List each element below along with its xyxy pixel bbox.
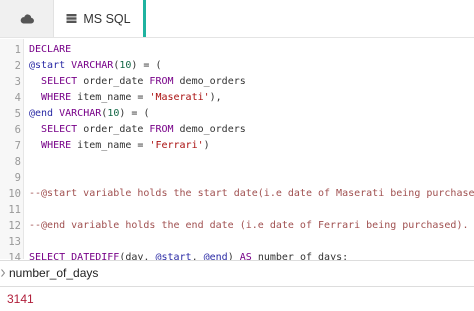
code-line: 4 WHERE item_name = 'Maserati'), [0,90,474,106]
code-text: --@end variable holds the end date (i.e … [29,218,469,234]
code-line: 7 WHERE item_name = 'Ferrari') [0,138,474,154]
code-line: 1 DECLARE [0,42,474,58]
code-line: 8 [0,154,474,170]
code-token: VARCHAR [71,60,114,71]
code-line: 9 [0,170,474,186]
line-number: 7 [14,140,21,152]
tab-mssql-label: MS SQL [83,11,131,26]
code-line: 3 SELECT order_date FROM demo_orders [0,74,474,90]
code-token: DECLARE [29,44,72,55]
code-token: order_date [77,124,150,135]
code-token: @end [29,108,54,119]
line-number: 1 [14,44,21,56]
code-token: ) [203,140,210,151]
results-header-row: number_of_days [0,260,474,287]
code-token: 'Ferrari' [149,140,204,151]
line-number: 9 [14,172,21,184]
line-number: 8 [14,156,21,168]
line-number: 13 [8,236,21,248]
code-text: @start VARCHAR(10) = ( [29,58,162,74]
code-text: SELECT order_date FROM demo_orders [29,74,246,90]
results-data-row: 3141 [0,287,474,311]
code-line: 5 @end VARCHAR(10) = ( [0,106,474,122]
code-token: VARCHAR [59,108,102,119]
column-header-number-of-days[interactable]: number_of_days [9,266,98,280]
code-line: 13 [0,234,474,250]
code-token: demo_orders [173,76,246,87]
database-icon [66,14,77,23]
code-line: 6 SELECT order_date FROM demo_orders [0,122,474,138]
line-number: 2 [14,60,21,72]
sql-code-editor[interactable]: 1 DECLARE 2 @start VARCHAR(10) = (3 SELECT … [0,39,474,264]
code-token: item_name = [71,92,150,103]
code-line: 10 --@start variable holds the start date… [0,186,474,202]
line-number: 5 [14,108,21,120]
code-text: --@start variable holds the start date(i… [29,186,474,202]
code-token: 10 [119,60,132,71]
code-text: WHERE item_name = 'Ferrari') [29,138,210,154]
tab-mssql[interactable]: MS SQL [54,0,146,37]
code-line: 2 @start VARCHAR(10) = ( [0,58,474,74]
line-number: 11 [8,204,21,216]
code-token: SELECT [41,124,78,135]
editor-tab-bar: MS SQL [0,0,474,38]
line-number: 12 [8,220,21,232]
code-line: 12 --@end variable holds the end date (i.… [0,218,474,234]
code-token: --@end variable holds the end date (i.e … [29,220,469,231]
code-token: ) = ( [119,108,150,119]
code-token: FROM [149,76,174,87]
code-token: --@start variable holds the start date(i… [29,188,474,199]
code-token: ), [209,92,222,103]
cloud-icon [20,13,34,24]
code-token: @start [29,60,66,71]
code-token: FROM [149,124,174,135]
code-token: demo_orders [173,124,246,135]
code-text: SELECT order_date FROM demo_orders [29,122,246,138]
code-text: WHERE item_name = 'Maserati'), [29,90,222,106]
result-cell-value: 3141 [7,292,34,306]
code-token: 10 [107,108,120,119]
code-token: WHERE [41,140,72,151]
line-number: 3 [14,76,21,88]
code-token: 'Maserati' [149,92,210,103]
line-number: 10 [8,188,21,200]
tab-cloud[interactable] [0,0,54,37]
row-marker-icon [0,267,6,279]
code-token: SELECT [41,76,78,87]
line-number: 4 [14,92,21,104]
code-text: @end VARCHAR(10) = ( [29,106,149,122]
code-text: DECLARE [29,42,71,58]
code-token: WHERE [41,92,72,103]
code-token: ) = ( [131,60,162,71]
code-token: order_date [77,76,150,87]
code-line: 11 [0,202,474,218]
code-token: item_name = [71,140,150,151]
line-number: 6 [14,124,21,136]
